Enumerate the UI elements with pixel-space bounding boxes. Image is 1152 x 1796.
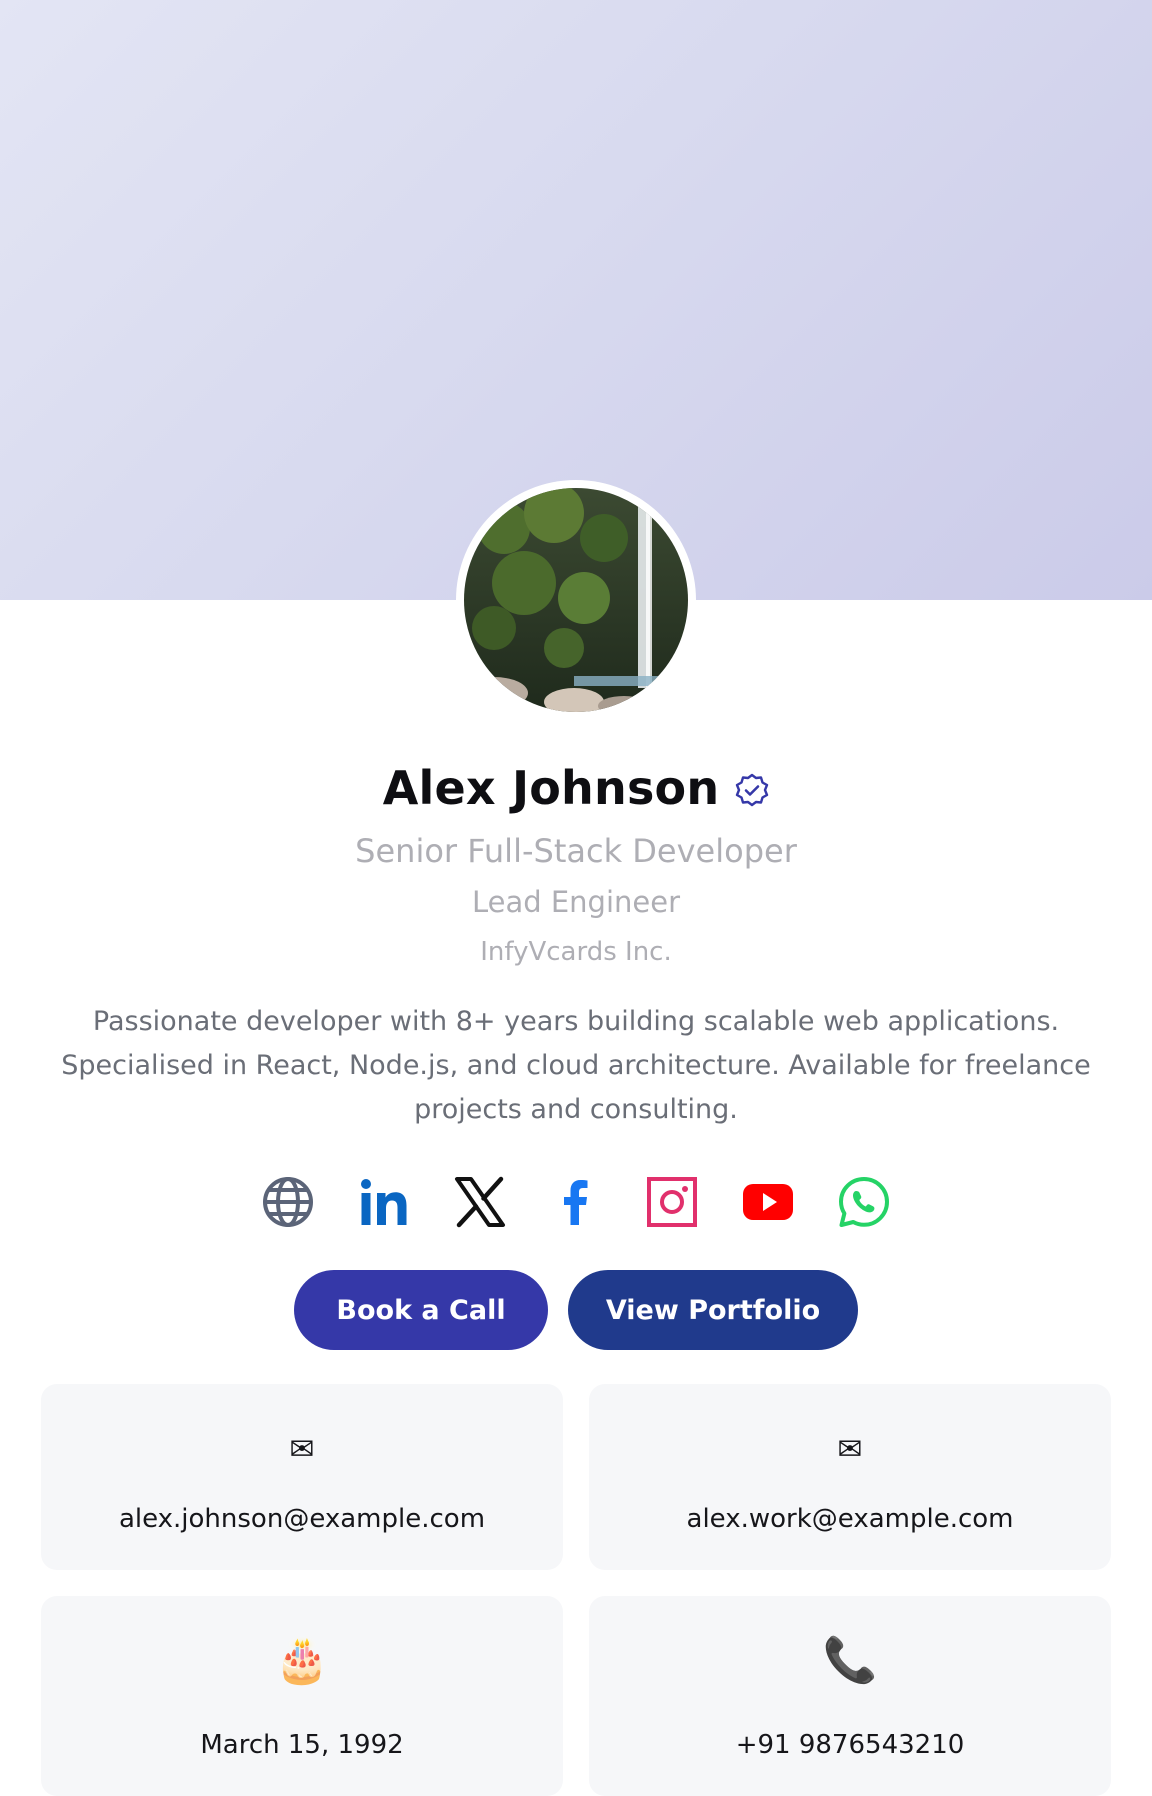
linkedin-icon	[361, 1179, 407, 1225]
social-links	[0, 1172, 1152, 1232]
whatsapp-link[interactable]	[834, 1172, 894, 1232]
profile-avatar	[456, 480, 696, 720]
website-link[interactable]	[258, 1172, 318, 1232]
book-call-button[interactable]: Book a Call	[294, 1270, 548, 1350]
x-twitter-icon	[455, 1176, 505, 1228]
profile-bio: Passionate developer with 8+ years build…	[61, 1006, 1091, 1125]
profile-role: Lead Engineer	[471, 885, 681, 919]
facebook-icon	[564, 1180, 588, 1225]
profile-name: Alex Johnson	[382, 761, 720, 815]
contact-email: alex.johnson@example.com	[118, 1504, 486, 1534]
contact-phone: +91 9876543210	[735, 1730, 965, 1760]
profile-title: Senior Full-Stack Developer	[355, 832, 797, 870]
contact-birthday: March 15, 1992	[200, 1730, 404, 1760]
youtube-icon	[743, 1184, 793, 1220]
contact-card-email[interactable]: ✉ alex.johnson@example.com	[41, 1384, 563, 1570]
profile-company: InfyVcards Inc.	[480, 937, 672, 967]
contact-card-birthday: 🎂 March 15, 1992	[41, 1596, 563, 1796]
youtube-link[interactable]	[738, 1172, 798, 1232]
globe-icon	[263, 1177, 313, 1227]
instagram-icon	[647, 1177, 697, 1227]
contact-card-work-email[interactable]: ✉ alex.work@example.com	[589, 1384, 1111, 1570]
facebook-link[interactable]	[546, 1172, 606, 1232]
contact-card-phone[interactable]: 📞 +91 9876543210	[589, 1596, 1111, 1796]
instagram-link[interactable]	[642, 1172, 702, 1232]
envelope-icon: ✉	[837, 1432, 863, 1467]
envelope-icon: ✉	[289, 1432, 315, 1467]
name-row: Alex Johnson	[0, 758, 1152, 818]
phone-icon: 📞	[822, 1635, 878, 1686]
contact-work-email: alex.work@example.com	[686, 1504, 1014, 1534]
birthday-cake-icon: 🎂	[274, 1635, 330, 1686]
verified-badge-icon	[736, 773, 769, 807]
view-portfolio-button[interactable]: View Portfolio	[568, 1270, 858, 1350]
x-link[interactable]	[450, 1172, 510, 1232]
linkedin-link[interactable]	[354, 1172, 414, 1232]
whatsapp-icon	[839, 1177, 889, 1227]
